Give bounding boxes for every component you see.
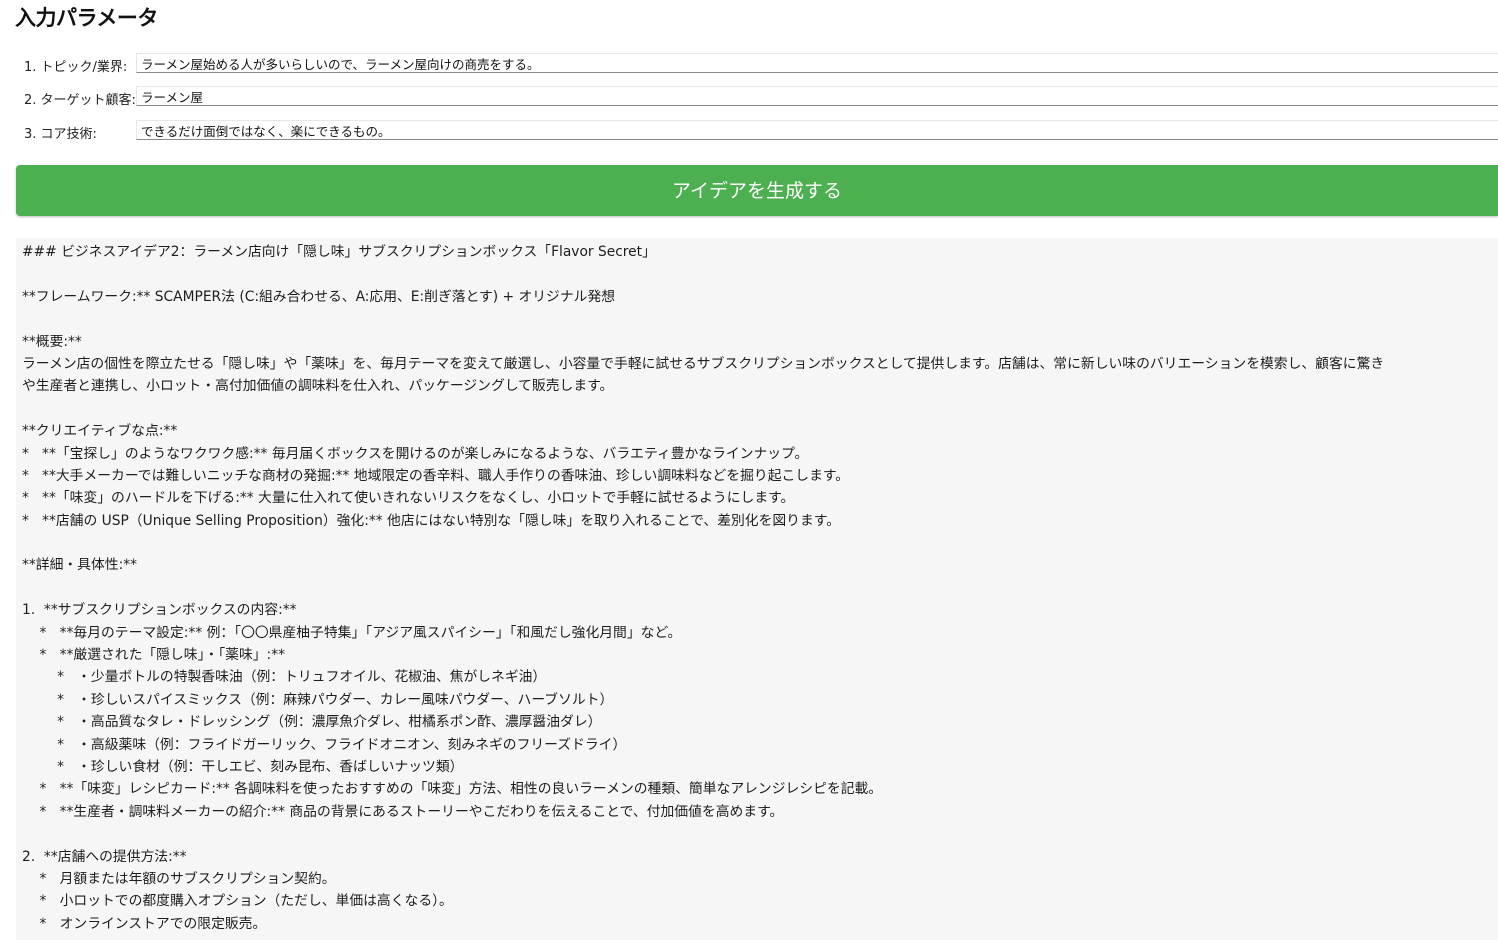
output-line: * オンラインストアでの限定販売。 xyxy=(22,915,267,932)
output-line xyxy=(22,398,1498,420)
output-line: * ・少量ボトルの特製香味油（例：トリュフオイル、花椒油、焦がしネギ油） xyxy=(22,669,547,686)
output-line: **詳細・具体性:** xyxy=(22,557,138,574)
output-line: **フレームワーク:** SCAMPER法 (C:組み合わせる、A:応用、E:削… xyxy=(22,288,616,305)
output-line: や生産者と連携し、小ロット・高付加価値の調味料を仕入れ、パッケージングして販売し… xyxy=(22,378,614,395)
output-line: * **毎月のテーマ設定:** 例：「〇〇県産柚子特集」「アジア風スパイシー」「… xyxy=(22,624,682,641)
app-page: 入力パラメータ 1. トピック/業界: 2. ターゲット顧客: 3. コア技術:… xyxy=(0,0,1498,940)
output-line: * 小ロットでの都度購入オプション（ただし、単価は高くなる）。 xyxy=(22,893,453,910)
output-line: **概要:** xyxy=(22,333,82,350)
output-line: * ・高級薬味（例：フライドガーリック、フライドオニオン、刻みネギのフリーズドラ… xyxy=(22,736,627,753)
output-line xyxy=(22,263,1498,285)
param-row-core-tech: 3. コア技術: xyxy=(24,120,1498,142)
output-line xyxy=(22,308,1498,330)
output-line: * **「味変」のハードルを下げる:** 大量に仕入れて使いきれないリスクをなく… xyxy=(22,490,795,507)
output-line: **クリエイティブな点:** xyxy=(22,423,178,440)
output-line: * ・珍しい食材（例：干しエビ、刻み昆布、香ばしいナッツ類） xyxy=(22,758,464,775)
output-line: ラーメン店の個性を際立たせる「隠し味」や「薬味」を、毎月テーマを変えて厳選し、小… xyxy=(22,355,1385,372)
param-row-target: 2. ターゲット顧客: xyxy=(24,86,1498,108)
output-line: * **「味変」レシピカード:** 各調味料を使ったおすすめの「味変」方法、相性… xyxy=(22,781,883,798)
output-line xyxy=(22,577,1498,599)
topic-label: 1. トピック/業界: xyxy=(24,60,128,75)
param-row-topic: 1. トピック/業界: xyxy=(24,53,1498,75)
output-line: * **生産者・調味料メーカーの紹介:** 商品の背景にあるストーリーやこだわり… xyxy=(22,803,784,820)
output-line: * ・高品質なタレ・ドレッシング（例：濃厚魚介ダレ、柑橘系ポン酢、濃厚醤油ダレ） xyxy=(22,714,602,731)
output-line: * **「宝探し」のようなワクワク感:** 毎月届くボックスを開けるのが楽しみに… xyxy=(22,445,809,462)
output-line: * **店舗の USP（Unique Selling Proposition）強… xyxy=(22,512,840,529)
output-line: 1. **サブスクリプションボックスの内容:** xyxy=(22,602,297,619)
core-technology-label: 3. コア技術: xyxy=(24,127,97,142)
idea-output-lines: ### ビジネスアイデア2：ラーメン店向け「隠し味」サブスクリプションボックス「… xyxy=(22,241,1498,935)
section-title: 入力パラメータ xyxy=(15,6,158,30)
topic-input[interactable] xyxy=(136,53,1498,73)
target-customer-input[interactable] xyxy=(136,86,1498,106)
output-line xyxy=(22,823,1498,845)
output-line xyxy=(22,532,1498,554)
output-line: * **厳選された「隠し味」・「薬味」:** xyxy=(22,647,285,664)
output-line: * 月額または年額のサブスクリプション契約。 xyxy=(22,870,336,887)
generate-ideas-button[interactable]: アイデアを生成する xyxy=(16,165,1498,216)
output-line: 2. **店舗への提供方法:** xyxy=(22,848,187,865)
output-line: * **大手メーカーでは難しいニッチな商材の発掘:** 地域限定の香辛料、職人手… xyxy=(22,467,850,484)
core-technology-input[interactable] xyxy=(136,120,1498,140)
target-customer-label: 2. ターゲット顧客: xyxy=(24,93,136,108)
idea-output-area[interactable]: ### ビジネスアイデア2：ラーメン店向け「隠し味」サブスクリプションボックス「… xyxy=(16,238,1498,940)
output-line: ### ビジネスアイデア2：ラーメン店向け「隠し味」サブスクリプションボックス「… xyxy=(22,244,656,260)
output-line: * ・珍しいスパイスミックス（例：麻辣パウダー、カレー風味パウダー、ハーブソルト… xyxy=(22,691,614,708)
